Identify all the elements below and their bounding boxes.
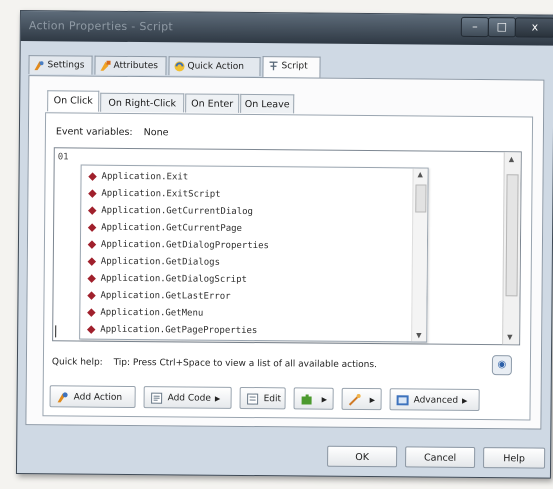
- text-cursor: [55, 325, 57, 338]
- add-action-icon: [57, 391, 68, 402]
- function-icon: [87, 222, 97, 232]
- dropdown-arrow-icon: ▶: [462, 396, 468, 405]
- edit-icon: [247, 392, 259, 405]
- title-bar[interactable]: Action Properties - Script – □ x: [20, 11, 553, 46]
- green-puzzle-icon: [301, 394, 312, 405]
- autocomplete-item[interactable]: Application.GetMenu: [87, 304, 204, 323]
- function-icon: [87, 256, 97, 266]
- editor-scrollbar[interactable]: ▲ ▼: [502, 152, 521, 345]
- function-icon: [87, 307, 96, 317]
- editor-scroll-thumb[interactable]: [505, 174, 519, 297]
- cancel-button[interactable]: Cancel: [405, 446, 476, 468]
- add-action-button[interactable]: Add Action: [49, 385, 136, 409]
- on-click-panel: Event variables: None 01 Application.Exi…: [42, 112, 534, 421]
- autocomplete-item-label: Application.GetMenu: [100, 307, 204, 319]
- scroll-down-icon[interactable]: ▼: [507, 333, 512, 341]
- close-button[interactable]: x: [514, 17, 553, 38]
- tab-script-label: Script: [281, 61, 308, 72]
- tab-quick-action-label: Quick Action: [187, 61, 245, 72]
- function-icon: [88, 171, 97, 181]
- wand-icon: [348, 393, 361, 406]
- event-variables: Event variables: None: [56, 126, 177, 138]
- help-button[interactable]: Help: [483, 447, 546, 469]
- autocomplete-item-label: Application.GetPageProperties: [100, 324, 258, 337]
- subtab-on-right-click[interactable]: On Right-Click: [100, 92, 185, 113]
- event-variables-value: None: [143, 127, 169, 139]
- autocomplete-item-label: Application.GetDialogProperties: [100, 239, 269, 252]
- scroll-down-icon[interactable]: ▼: [416, 331, 421, 339]
- scroll-up-icon[interactable]: ▲: [509, 155, 514, 163]
- minimize-button[interactable]: –: [460, 16, 489, 38]
- dialog-footer: OK Cancel Help: [17, 425, 550, 476]
- settings-icon: [34, 61, 44, 71]
- help-globe-icon[interactable]: ◉: [491, 355, 513, 376]
- autocomplete-list[interactable]: Application.Exit Application.ExitScript …: [79, 164, 429, 343]
- tab-attributes-label: Attributes: [113, 60, 158, 72]
- window-title: Action Properties - Script: [28, 19, 174, 34]
- autocomplete-item-label: Application.GetLastError: [100, 290, 231, 302]
- line-number: 01: [57, 152, 69, 163]
- quick-help: Quick help: Tip: Press Ctrl+Space to vie…: [52, 357, 377, 370]
- green-action-button[interactable]: ▶: [293, 387, 334, 410]
- autocomplete-scrollbar[interactable]: ▲ ▼: [411, 168, 428, 342]
- function-icon: [88, 188, 97, 198]
- subtab-on-click[interactable]: On Click: [47, 90, 100, 112]
- subtab-on-leave[interactable]: On Leave: [240, 93, 295, 114]
- script-editor[interactable]: 01 Application.Exit Application.ExitScri…: [52, 147, 522, 346]
- orange-action-button[interactable]: ▶: [341, 387, 382, 411]
- edit-button[interactable]: Edit: [239, 386, 286, 410]
- function-icon: [86, 324, 96, 334]
- add-code-label: Add Code: [167, 393, 211, 404]
- script-icon: [269, 61, 278, 71]
- autocomplete-item-label: Application.GetDialogScript: [100, 273, 248, 285]
- dropdown-arrow-icon: ▶: [369, 396, 376, 405]
- tab-attributes[interactable]: Attributes: [94, 55, 167, 76]
- action-properties-window: Action Properties - Script – □ x Setting…: [15, 10, 553, 479]
- ok-button[interactable]: OK: [327, 445, 398, 468]
- function-icon: [87, 239, 97, 249]
- quick-help-text: Tip: Press Ctrl+Space to view a list of …: [113, 357, 377, 371]
- autocomplete-item[interactable]: Application.Exit: [88, 168, 189, 187]
- add-code-button[interactable]: Add Code ▶: [143, 386, 232, 409]
- edit-label: Edit: [263, 394, 282, 405]
- advanced-label: Advanced: [413, 395, 459, 406]
- autocomplete-item-label: Application.Exit: [101, 171, 189, 183]
- subtab-on-enter[interactable]: On Enter: [185, 93, 240, 113]
- scroll-up-icon[interactable]: ▲: [418, 170, 423, 178]
- tab-settings[interactable]: Settings: [28, 55, 93, 75]
- tab-settings-label: Settings: [47, 60, 85, 71]
- tab-script[interactable]: Script: [262, 56, 321, 78]
- function-icon: [87, 273, 96, 283]
- event-variables-label: Event variables:: [55, 126, 133, 138]
- maximize-button[interactable]: □: [487, 17, 516, 38]
- quick-action-icon: [174, 61, 185, 72]
- autocomplete-scroll-thumb[interactable]: [415, 184, 427, 213]
- attributes-icon: [100, 60, 111, 71]
- autocomplete-item[interactable]: Application.GetPageProperties: [86, 321, 258, 340]
- function-icon: [88, 205, 97, 215]
- tab-quick-action[interactable]: Quick Action: [168, 56, 261, 77]
- autocomplete-item-label: Application.GetDialogs: [100, 256, 221, 268]
- autocomplete-item-label: Application.GetCurrentDialog: [101, 205, 254, 218]
- quick-help-label: Quick help:: [51, 357, 103, 368]
- add-code-icon: [151, 392, 163, 404]
- advanced-icon: [396, 394, 409, 405]
- add-action-label: Add Action: [73, 392, 123, 403]
- function-icon: [87, 290, 96, 300]
- advanced-button[interactable]: Advanced ▶: [389, 388, 480, 412]
- dropdown-arrow-icon: ▶: [214, 394, 221, 403]
- autocomplete-item-label: Application.GetCurrentPage: [101, 222, 243, 234]
- script-tab-content: On Click On Right-Click On Enter On Leav…: [25, 75, 545, 430]
- autocomplete-item-label: Application.ExitScript: [101, 188, 221, 200]
- dropdown-arrow-icon: ▶: [321, 395, 328, 404]
